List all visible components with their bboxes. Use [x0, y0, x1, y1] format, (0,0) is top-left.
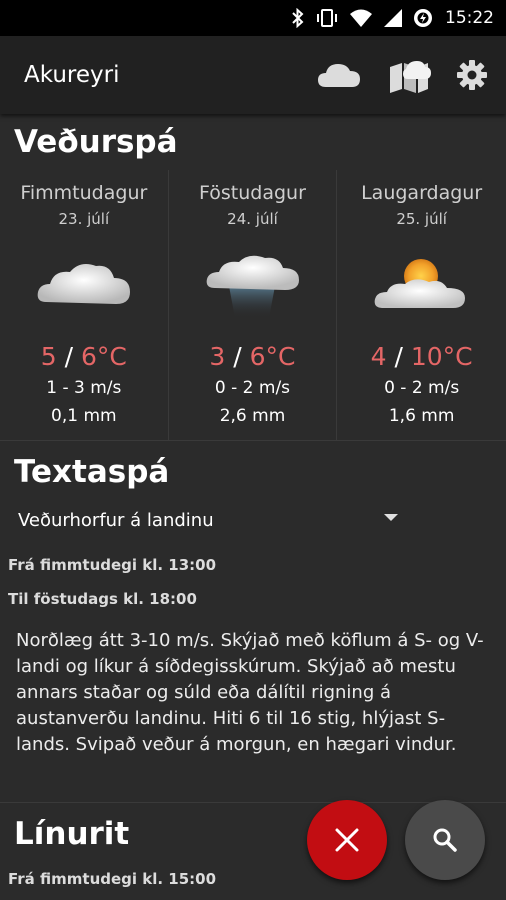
temp-separator: / [386, 342, 411, 371]
day-date: 23. júlí [58, 210, 110, 228]
bluetooth-icon [291, 8, 305, 28]
day-date: 24. júlí [227, 210, 278, 228]
temperature: 4 / 10°C [337, 342, 506, 371]
wind-speed: 0 - 2 m/s [214, 378, 291, 398]
day-name: Laugardagur [361, 182, 483, 204]
temp-high: 10°C [410, 342, 473, 371]
forecast-title: Veðurspá [14, 124, 178, 160]
region-dropdown[interactable]: Veðurhorfur á landinu [18, 504, 398, 536]
settings-gear-icon[interactable] [456, 59, 488, 91]
section-divider [0, 440, 506, 441]
cloudy-icon [37, 264, 130, 304]
temp-low: 4 [370, 342, 387, 371]
app-bar: Akureyri [0, 36, 506, 114]
text-forecast-title: Textaspá [14, 454, 170, 490]
forecast-days: Fimmtudagur 23. júlí 5 / 6°C 1 - 3 m/s 0… [0, 170, 506, 440]
temp-low: 3 [209, 342, 226, 371]
search-button[interactable] [405, 800, 485, 880]
forecast-to: Til föstudags kl. 18:00 [8, 590, 197, 608]
temperature: 5 / 6°C [0, 342, 168, 371]
temp-high: 6°C [249, 342, 296, 371]
temp-separator: / [56, 342, 81, 371]
day-name: Föstudagur [199, 182, 306, 204]
status-bar: 15:22 [0, 0, 506, 36]
temperature: 3 / 6°C [169, 342, 337, 371]
close-icon [335, 828, 359, 852]
battery-icon [413, 8, 433, 28]
signal-icon [383, 8, 403, 28]
status-icons [291, 8, 433, 28]
day-date: 25. júlí [396, 210, 447, 228]
rain-cloud-icon [206, 255, 299, 318]
location-title: Akureyri [24, 62, 120, 88]
cloud-icon[interactable] [316, 59, 362, 91]
precipitation: 2,6 mm [219, 406, 286, 426]
chart-title: Línurit [14, 816, 130, 852]
forecast-day[interactable]: Föstudagur 24. júlí 3 / 6°C 0 - 2 m/s 2,… [169, 170, 338, 440]
temp-high: 6°C [81, 342, 127, 371]
region-selected: Veðurhorfur á landinu [18, 509, 214, 531]
wind-speed: 1 - 3 m/s [46, 378, 122, 398]
chart-from: Frá fimmtudegi kl. 15:00 [8, 870, 217, 888]
forecast-text: Norðlæg átt 3-10 m/s. Skýjað með köflum … [16, 630, 484, 755]
clock: 15:22 [445, 8, 494, 28]
partly-sunny-icon [374, 259, 466, 308]
forecast-day[interactable]: Fimmtudagur 23. júlí 5 / 6°C 1 - 3 m/s 0… [0, 170, 169, 440]
forecast-day[interactable]: Laugardagur 25. júlí 4 / 10°C 0 - 2 m/s … [337, 170, 506, 440]
weather-map-icon[interactable] [386, 55, 432, 95]
dropdown-arrow-icon [384, 514, 398, 521]
vibrate-icon [315, 8, 339, 28]
app-actions [316, 36, 488, 114]
forecast-from: Frá fimmtudegi kl. 13:00 [8, 556, 217, 574]
close-button[interactable] [307, 800, 387, 880]
temp-separator: / [225, 342, 250, 371]
temp-low: 5 [40, 342, 57, 371]
search-icon [433, 828, 457, 852]
day-name: Fimmtudagur [20, 182, 148, 204]
precipitation: 1,6 mm [388, 406, 455, 426]
precipitation: 0,1 mm [51, 406, 117, 426]
wind-speed: 0 - 2 m/s [384, 378, 460, 398]
wifi-icon [349, 8, 373, 28]
